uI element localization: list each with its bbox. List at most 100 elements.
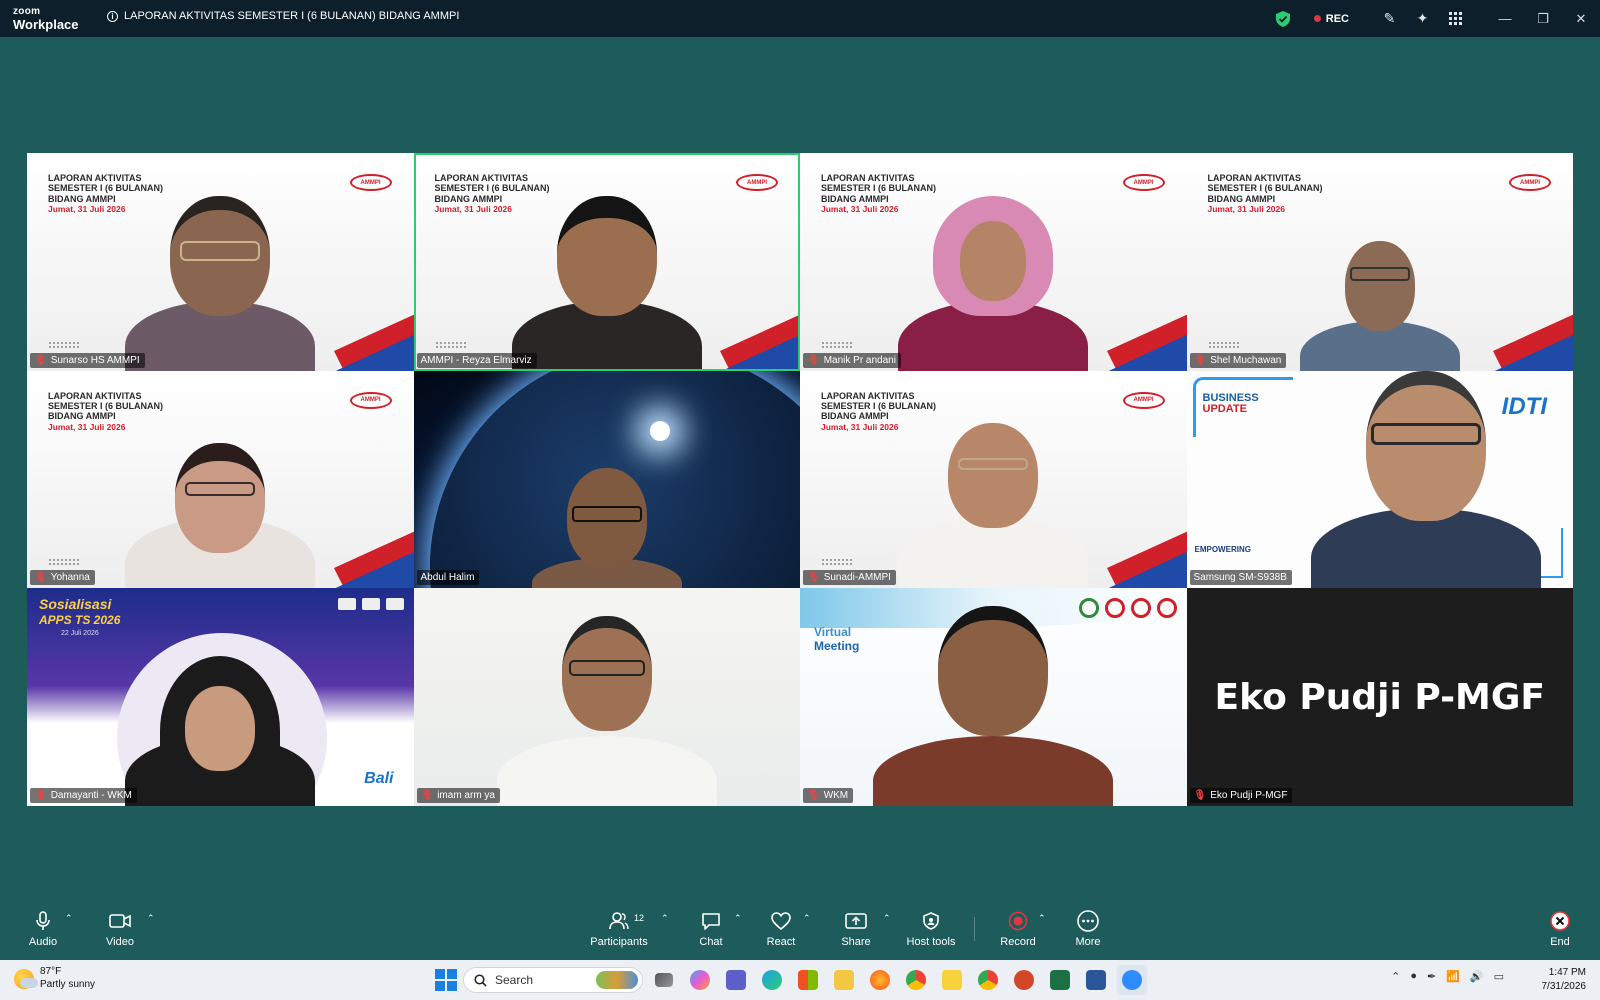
teams-icon[interactable] — [721, 965, 751, 995]
powerpoint-icon[interactable] — [1009, 965, 1039, 995]
participant-name-tag: 🎙 WKM — [803, 787, 854, 803]
end-close-icon — [1550, 909, 1570, 933]
clock-time: 1:47 PM — [1548, 967, 1586, 978]
more-button[interactable]: More — [1058, 909, 1118, 948]
ai-companion-icon[interactable]: ✦ — [1406, 0, 1439, 37]
chrome-profile-icon[interactable] — [973, 965, 1003, 995]
participant-name-tag: 🎙 imam arm ya — [416, 787, 500, 803]
video-tile[interactable]: BUSINESS UPDATE IDTI EMPOWERING Samsung … — [1186, 370, 1573, 589]
video-tile[interactable]: Sosialisasi APPS TS 2026 22 Juli 2026 Ba… — [27, 588, 414, 806]
record-options-chevron-icon[interactable]: ⌃ — [1038, 913, 1046, 924]
recording-indicator[interactable]: REC — [1313, 12, 1349, 25]
video-tile[interactable]: LAPORAN AKTIVITAS SEMESTER I (6 BULANAN)… — [800, 370, 1187, 589]
audio-options-chevron-icon[interactable]: ⌃ — [65, 913, 73, 924]
firefox-icon[interactable] — [865, 965, 895, 995]
meeting-info[interactable]: i LAPORAN AKTIVITAS SEMESTER I (6 BULANA… — [107, 10, 459, 22]
heart-icon — [771, 909, 791, 933]
minimize-icon[interactable]: — — [1486, 0, 1524, 37]
video-tile[interactable]: Virtual Meeting 🎙 WKM — [800, 588, 1187, 806]
copilot-icon[interactable] — [685, 965, 715, 995]
end-meeting-button[interactable]: End — [1530, 909, 1590, 948]
participants-options-chevron-icon[interactable]: ⌃ — [661, 913, 669, 924]
sosialisasi-date: 22 Juli 2026 — [61, 630, 99, 638]
volume-icon[interactable]: 🔊 — [1470, 970, 1484, 983]
brand-bottom: Workplace — [13, 17, 79, 32]
edge-icon[interactable] — [757, 965, 787, 995]
sticky-notes-icon[interactable] — [937, 965, 967, 995]
record-dot-icon — [1313, 15, 1321, 22]
slide-heading: LAPORAN AKTIVITAS SEMESTER I (6 BULANAN)… — [1208, 173, 1323, 215]
participant-name-tag: 🎙 Manik Pr andani — [803, 352, 901, 368]
participants-label: Participants — [590, 936, 648, 948]
flag-stripes — [333, 531, 414, 589]
zoom-tray-icon[interactable]: ● — [1410, 970, 1417, 983]
excel-icon[interactable] — [1045, 965, 1075, 995]
windows-start-icon[interactable] — [435, 969, 457, 991]
share-options-chevron-icon[interactable]: ⌃ — [883, 913, 891, 924]
chat-options-chevron-icon[interactable]: ⌃ — [734, 913, 742, 924]
meeting-controls: Audio ⌃ Video ⌃ Participants 12 ⌃ Chat ⌃… — [0, 905, 1600, 960]
clock[interactable]: 1:47 PM 7/31/2026 — [1542, 966, 1587, 993]
task-view-icon[interactable] — [649, 965, 679, 995]
sosialisasi-subtitle: APPS TS 2026 — [39, 613, 121, 628]
windows-taskbar: 87°F Partly sunny Search ⌃ ● ✒ 📶 🔊 ▭ 1:4… — [0, 960, 1600, 1000]
video-tile-camera-off[interactable]: Eko Pudji P-MGF 🎙 Eko Pudji P-MGF — [1186, 588, 1573, 806]
close-icon[interactable]: ✕ — [1562, 0, 1600, 37]
react-button[interactable]: React — [751, 909, 811, 948]
weather-condition: Partly sunny — [40, 978, 96, 990]
security-shield-icon[interactable] — [1275, 10, 1290, 27]
pen-icon[interactable]: ✒ — [1427, 970, 1436, 983]
muted-mic-icon: 🎙 — [1193, 354, 1207, 366]
video-tile[interactable]: LAPORAN AKTIVITAS SEMESTER I (6 BULANAN)… — [27, 153, 414, 371]
battery-icon[interactable]: ▭ — [1494, 970, 1504, 983]
rec-label: REC — [1325, 12, 1349, 25]
taskbar-search[interactable]: Search — [463, 967, 643, 993]
ammpi-logo: AMMPI — [736, 174, 778, 191]
wifi-icon[interactable]: 📶 — [1446, 970, 1460, 983]
slide-line: LAPORAN AKTIVITAS — [48, 390, 142, 401]
chat-button[interactable]: Chat — [681, 909, 741, 948]
annotate-icon[interactable]: ✎ — [1373, 0, 1406, 37]
share-button[interactable]: Share — [826, 909, 886, 948]
chat-icon — [701, 909, 721, 933]
signal-dots — [48, 340, 80, 349]
video-options-chevron-icon[interactable]: ⌃ — [147, 913, 155, 924]
muted-mic-icon: 🎙 — [34, 789, 47, 801]
slide-line: BIDANG AMMPI — [48, 411, 116, 422]
zoom-taskbar-icon[interactable] — [1117, 965, 1147, 995]
chat-label: Chat — [699, 936, 723, 948]
flag-stripes — [1493, 314, 1573, 371]
react-options-chevron-icon[interactable]: ⌃ — [803, 913, 811, 924]
info-icon[interactable]: i — [107, 10, 118, 22]
participant-video — [531, 468, 682, 589]
video-button[interactable]: Video — [90, 909, 150, 948]
chrome-icon[interactable] — [901, 965, 931, 995]
show-hidden-icons-chevron-icon[interactable]: ⌃ — [1391, 970, 1400, 983]
host-tools-shield-icon — [923, 909, 939, 933]
biz-line1: BUSINESS — [1202, 391, 1259, 404]
word-icon[interactable] — [1081, 965, 1111, 995]
host-tools-button[interactable]: Host tools — [900, 909, 962, 948]
ammpi-logo: AMMPI — [1122, 174, 1165, 191]
sunrise-glow — [650, 420, 670, 441]
audio-button[interactable]: Audio — [13, 909, 73, 948]
video-tile[interactable]: 🎙 imam arm ya — [413, 588, 800, 806]
video-tile[interactable]: LAPORAN AKTIVITAS SEMESTER I (6 BULANAN)… — [800, 153, 1187, 371]
weather-widget[interactable]: 87°F Partly sunny — [14, 966, 95, 991]
ammpi-logo: AMMPI — [1509, 174, 1551, 191]
microsoft-store-icon[interactable] — [793, 965, 823, 995]
video-tile-active-speaker[interactable]: LAPORAN AKTIVITAS SEMESTER I (6 BULANAN)… — [413, 153, 800, 371]
participant-name: AMMPI - Reyza Elmarviz — [420, 354, 532, 366]
video-tile[interactable]: Abdul Halim — [413, 370, 800, 589]
apps-grid-icon[interactable] — [1439, 0, 1472, 37]
signal-dots — [48, 558, 80, 567]
participant-name: imam arm ya — [437, 789, 495, 801]
file-explorer-icon[interactable] — [829, 965, 859, 995]
slide-line: SEMESTER I (6 BULANAN) — [1207, 183, 1323, 194]
muted-mic-icon: 🎙 — [34, 572, 47, 584]
business-update-logo: BUSINESS UPDATE — [1202, 391, 1259, 415]
video-tile[interactable]: LAPORAN AKTIVITAS SEMESTER I (6 BULANAN)… — [27, 370, 414, 589]
restore-icon[interactable]: ❐ — [1524, 0, 1562, 37]
clock-date: 7/31/2026 — [1541, 980, 1587, 992]
video-tile[interactable]: LAPORAN AKTIVITAS SEMESTER I (6 BULANAN)… — [1186, 153, 1573, 371]
